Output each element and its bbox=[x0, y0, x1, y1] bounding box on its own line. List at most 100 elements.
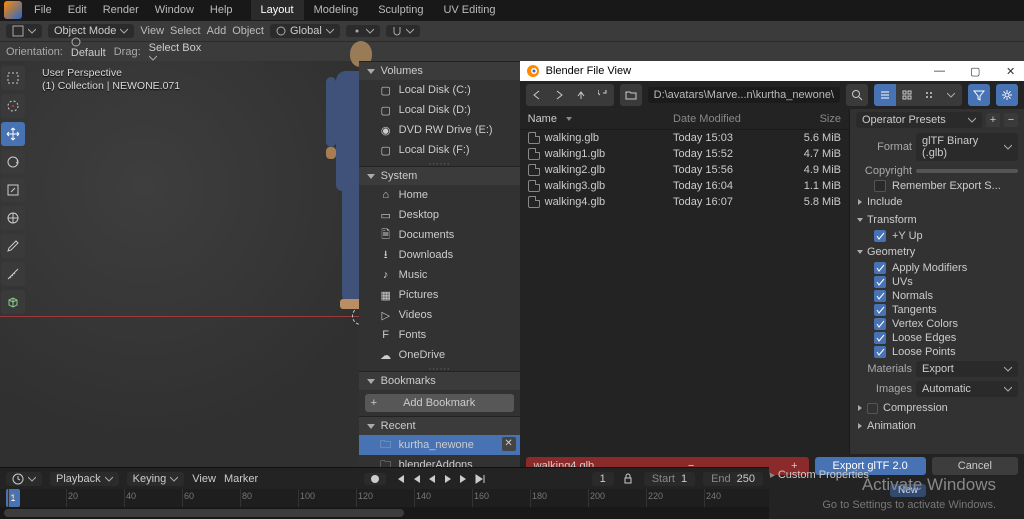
loose-edges-checkbox[interactable]: Loose Edges bbox=[850, 331, 1024, 345]
animation-section[interactable]: Animation bbox=[850, 417, 1024, 435]
system-pictures[interactable]: ▦Pictures bbox=[359, 285, 520, 305]
remove-recent-button[interactable]: ✕ bbox=[502, 437, 516, 451]
jump-start-button[interactable] bbox=[394, 473, 406, 485]
tab-uv-editing[interactable]: UV Editing bbox=[433, 0, 505, 20]
tangents-checkbox[interactable]: Tangents bbox=[850, 303, 1024, 317]
system-downloads[interactable]: ⭳Downloads bbox=[359, 245, 520, 265]
timeline-ruler[interactable]: 1 020406080100120140160180200220240 bbox=[0, 489, 769, 507]
snap-dropdown[interactable] bbox=[386, 25, 420, 37]
search-button[interactable] bbox=[846, 84, 868, 106]
jump-end-button[interactable] bbox=[474, 473, 486, 485]
remember-export-checkbox[interactable]: Remember Export S... bbox=[850, 179, 1024, 193]
uvs-checkbox[interactable]: UVs bbox=[850, 275, 1024, 289]
menu-select[interactable]: Select bbox=[170, 25, 201, 37]
col-size[interactable]: Size bbox=[783, 113, 841, 125]
settings-button[interactable] bbox=[996, 84, 1018, 106]
menu-window[interactable]: Window bbox=[147, 0, 202, 20]
preset-remove-button[interactable]: − bbox=[1004, 113, 1018, 127]
play-button[interactable] bbox=[442, 473, 454, 485]
file-list-header[interactable]: Name Date Modified Size bbox=[520, 109, 849, 130]
tab-modeling[interactable]: Modeling bbox=[304, 0, 369, 20]
transform-orientation[interactable]: Global bbox=[270, 24, 340, 38]
recent-item-0[interactable]: 🗀kurtha_newone bbox=[359, 435, 520, 455]
lock-range-button[interactable] bbox=[622, 472, 636, 486]
col-date[interactable]: Date Modified bbox=[673, 113, 783, 125]
tab-layout[interactable]: Layout bbox=[251, 0, 304, 20]
materials-dropdown[interactable]: Export bbox=[916, 361, 1018, 377]
rotate-tool[interactable] bbox=[1, 150, 25, 174]
apply-modifiers-checkbox[interactable]: Apply Modifiers bbox=[850, 261, 1024, 275]
operator-presets-dropdown[interactable]: Operator Presets bbox=[856, 112, 982, 128]
file-row[interactable]: walking3.glbToday 16:041.1 MiB bbox=[520, 178, 849, 194]
menu-render[interactable]: Render bbox=[95, 0, 147, 20]
filter-button[interactable] bbox=[968, 84, 990, 106]
format-dropdown[interactable]: glTF Binary (.glb) bbox=[916, 133, 1018, 161]
preset-add-button[interactable]: + bbox=[986, 113, 1000, 127]
start-frame-field[interactable]: Start1 bbox=[644, 472, 695, 486]
view-grid-button[interactable] bbox=[896, 84, 918, 106]
new-folder-button[interactable] bbox=[620, 84, 642, 106]
volume-e[interactable]: ◉DVD RW Drive (E:) bbox=[359, 120, 520, 140]
end-frame-field[interactable]: End250 bbox=[703, 472, 763, 486]
file-row[interactable]: walking.glbToday 15:035.6 MiB bbox=[520, 130, 849, 146]
cancel-button[interactable]: Cancel bbox=[932, 457, 1018, 475]
system-desktop[interactable]: ▭Desktop bbox=[359, 205, 520, 225]
nav-refresh-button[interactable] bbox=[592, 84, 614, 106]
system-fonts[interactable]: FFonts bbox=[359, 325, 520, 345]
system-videos[interactable]: ▷Videos bbox=[359, 305, 520, 325]
transform-tool[interactable] bbox=[1, 206, 25, 230]
scale-tool[interactable] bbox=[1, 178, 25, 202]
file-row[interactable]: walking2.glbToday 15:564.9 MiB bbox=[520, 162, 849, 178]
vertex-colors-checkbox[interactable]: Vertex Colors bbox=[850, 317, 1024, 331]
transform-section[interactable]: Transform bbox=[850, 211, 1024, 229]
system-documents[interactable]: 🗎Documents bbox=[359, 225, 520, 245]
measure-tool[interactable] bbox=[1, 262, 25, 286]
cursor-tool[interactable] bbox=[1, 94, 25, 118]
nav-forward-button[interactable] bbox=[548, 84, 570, 106]
volume-d[interactable]: ▢Local Disk (D:) bbox=[359, 100, 520, 120]
prev-keyframe-button[interactable] bbox=[410, 473, 422, 485]
add-cube-tool[interactable] bbox=[1, 290, 25, 314]
menu-edit[interactable]: Edit bbox=[60, 0, 95, 20]
playback-menu[interactable]: Playback bbox=[50, 472, 119, 486]
view-list-button[interactable] bbox=[874, 84, 896, 106]
timeline-view-menu[interactable]: View bbox=[192, 473, 216, 485]
normals-checkbox[interactable]: Normals bbox=[850, 289, 1024, 303]
system-music[interactable]: ♪Music bbox=[359, 265, 520, 285]
keying-menu[interactable]: Keying bbox=[127, 472, 185, 486]
pivot-dropdown[interactable] bbox=[346, 25, 380, 37]
include-section[interactable]: Include bbox=[850, 193, 1024, 211]
loose-points-checkbox[interactable]: Loose Points bbox=[850, 345, 1024, 359]
add-bookmark-button[interactable]: +Add Bookmark bbox=[365, 394, 514, 412]
annotate-tool[interactable] bbox=[1, 234, 25, 258]
tab-sculpting[interactable]: Sculpting bbox=[368, 0, 433, 20]
editor-type-dropdown-timeline[interactable] bbox=[6, 472, 42, 486]
system-home[interactable]: ⌂Home bbox=[359, 185, 520, 205]
view-thumb-button[interactable] bbox=[918, 84, 940, 106]
compression-section[interactable]: Compression bbox=[850, 399, 1024, 417]
menu-help[interactable]: Help bbox=[202, 0, 241, 20]
play-reverse-button[interactable] bbox=[426, 473, 438, 485]
geometry-section[interactable]: Geometry bbox=[850, 243, 1024, 261]
editor-type-dropdown[interactable] bbox=[6, 24, 42, 38]
path-input[interactable]: D:\avatars\Marve...n\kurtha_newone\ bbox=[648, 87, 840, 103]
menu-add[interactable]: Add bbox=[207, 25, 227, 37]
file-row[interactable]: walking1.glbToday 15:524.7 MiB bbox=[520, 146, 849, 162]
recent-header[interactable]: Recent bbox=[359, 416, 520, 435]
autokey-button[interactable] bbox=[364, 473, 386, 485]
volume-c[interactable]: ▢Local Disk (C:) bbox=[359, 80, 520, 100]
yup-checkbox[interactable]: +Y Up bbox=[850, 229, 1024, 243]
drag-dropdown[interactable]: Select Box bbox=[149, 42, 202, 62]
nav-up-button[interactable] bbox=[570, 84, 592, 106]
copyright-input[interactable] bbox=[916, 169, 1018, 173]
sort-dropdown[interactable] bbox=[940, 84, 962, 106]
dialog-titlebar[interactable]: Blender File View — ▢ ✕ bbox=[520, 61, 1024, 81]
menu-object[interactable]: Object bbox=[232, 25, 264, 37]
maximize-button[interactable]: ▢ bbox=[970, 65, 982, 77]
next-keyframe-button[interactable] bbox=[458, 473, 470, 485]
images-dropdown[interactable]: Automatic bbox=[916, 381, 1018, 397]
current-frame-field[interactable]: 1 bbox=[592, 472, 614, 486]
timeline-marker-menu[interactable]: Marker bbox=[224, 473, 258, 485]
volumes-header[interactable]: Volumes bbox=[359, 61, 520, 80]
3d-viewport[interactable]: User Perspective (1) Collection | NEWONE… bbox=[0, 61, 359, 478]
